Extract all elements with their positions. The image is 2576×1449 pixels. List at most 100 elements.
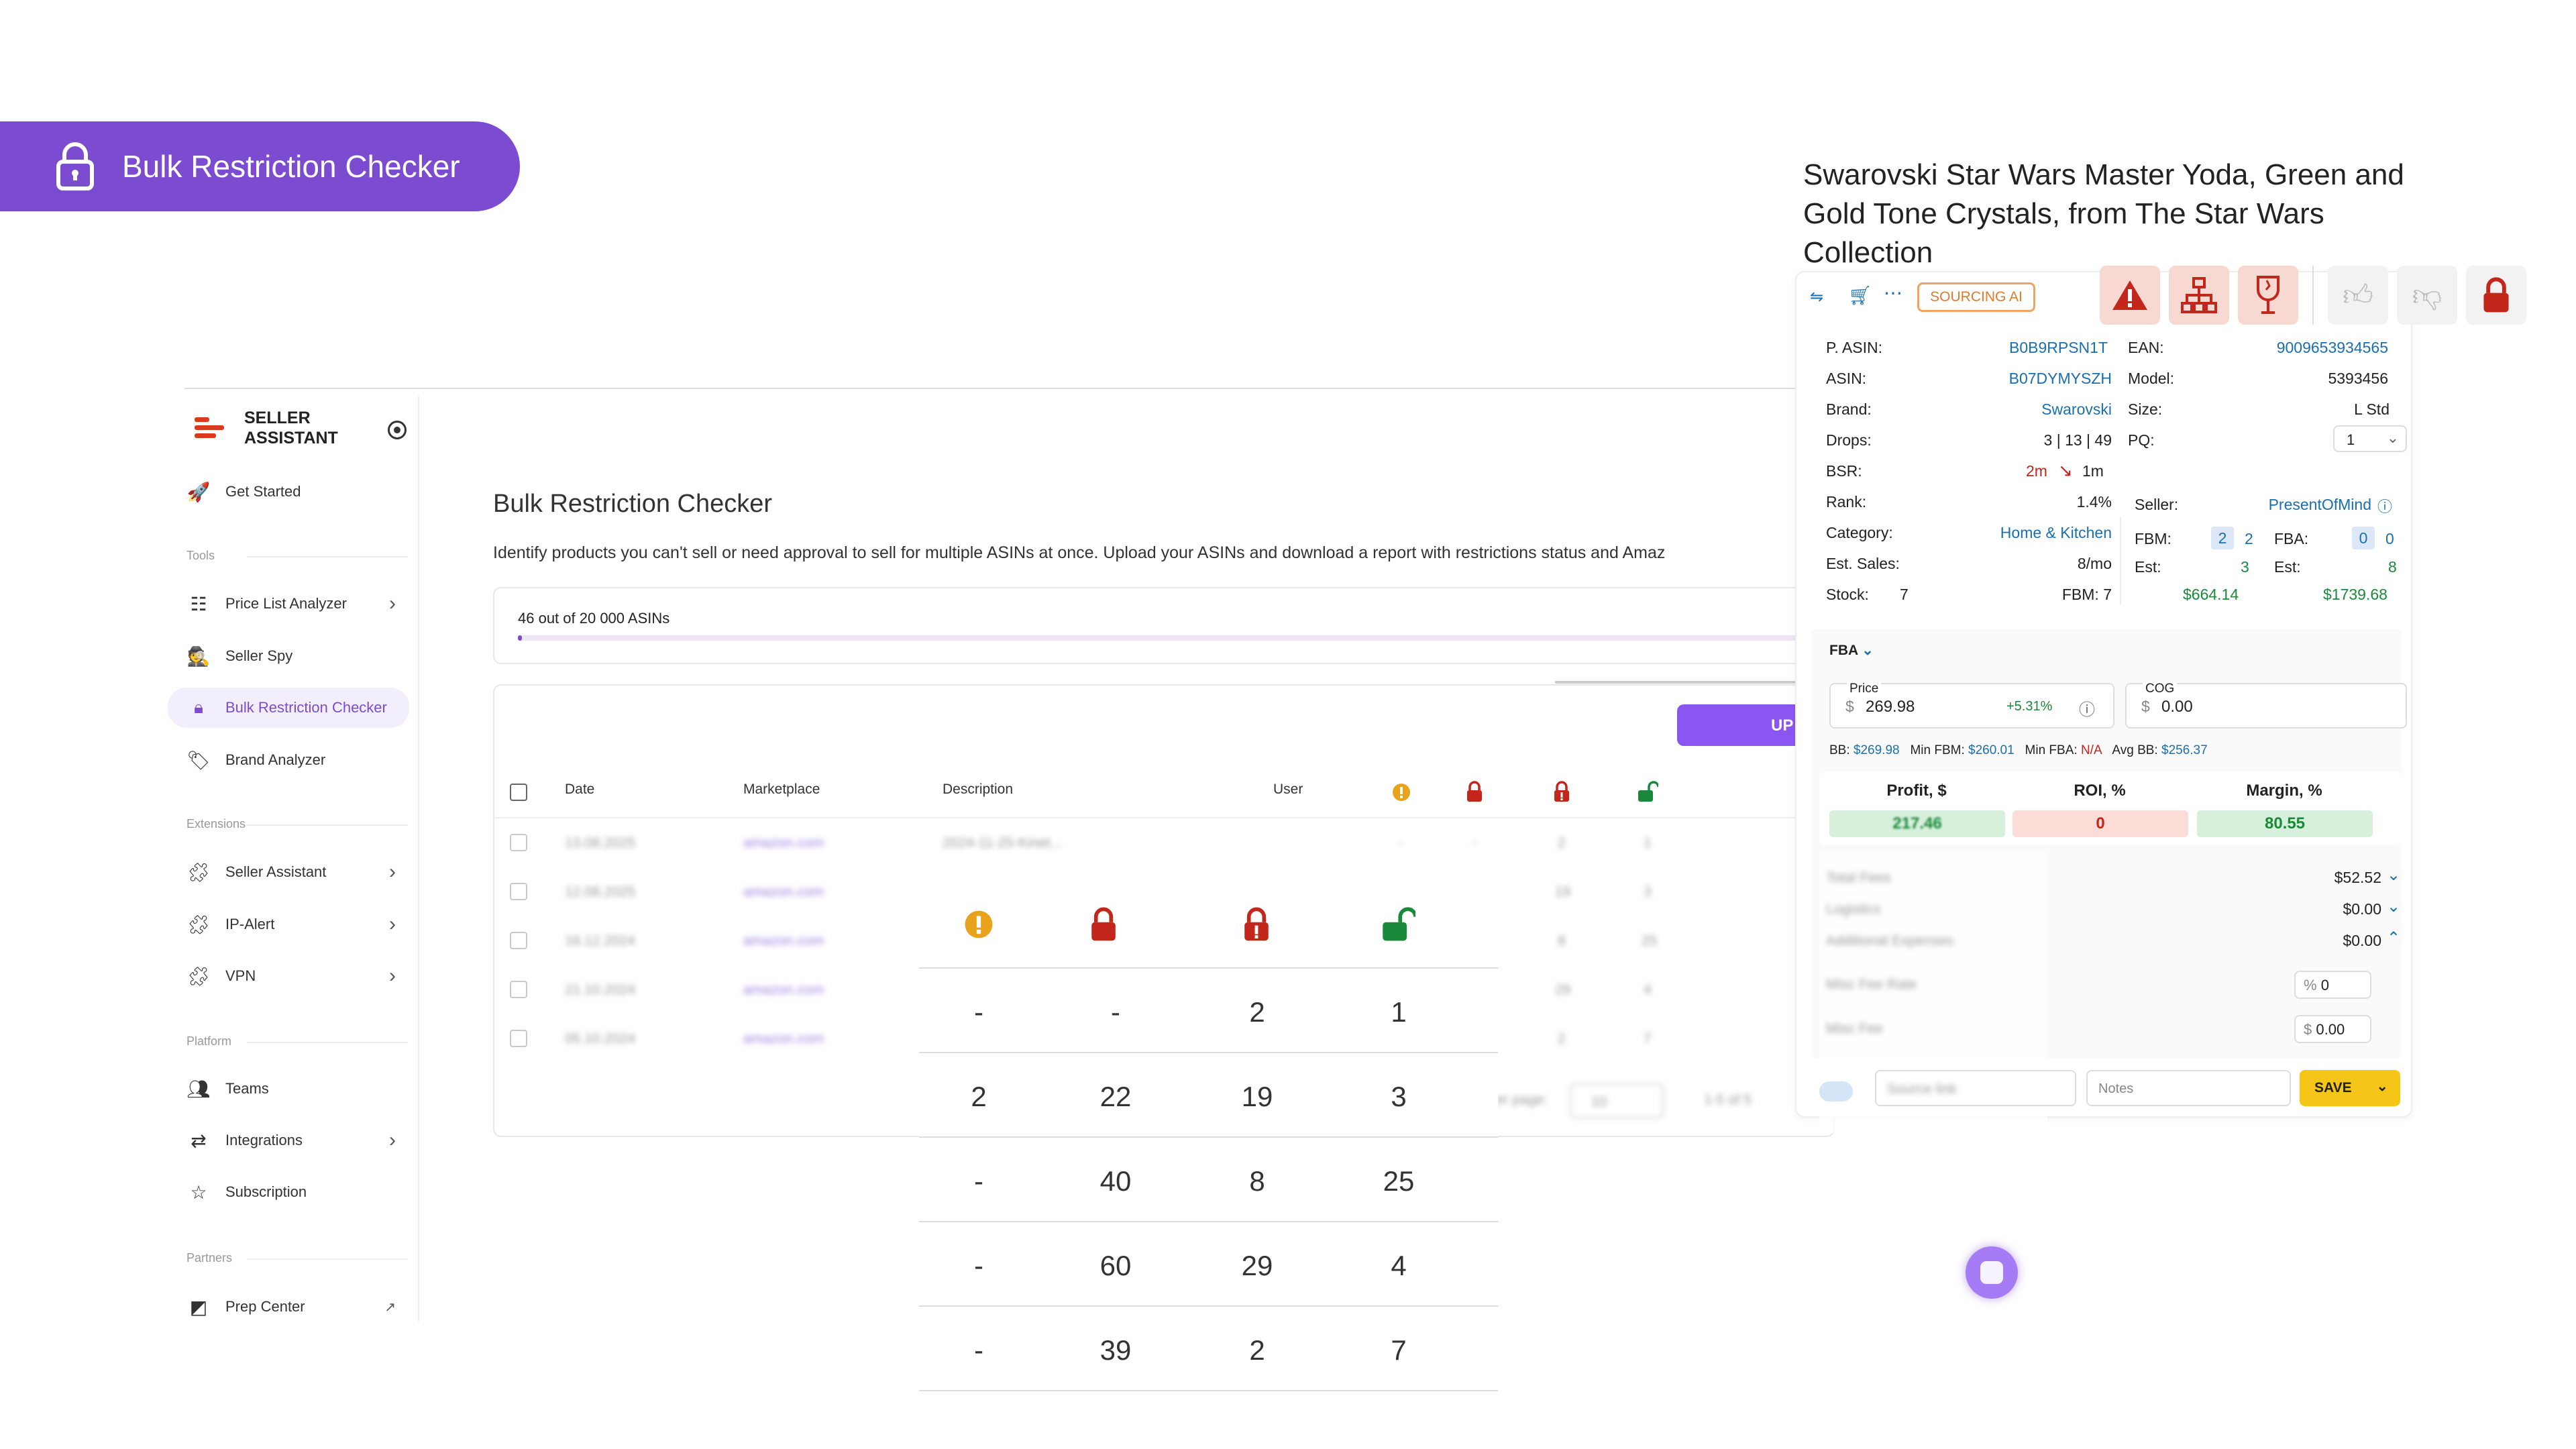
- external-link-icon: ↗: [384, 1299, 396, 1315]
- pq-select[interactable]: 1 ⌄: [2333, 425, 2407, 452]
- row-marketplace[interactable]: amazon.com: [743, 982, 824, 998]
- row-count: 3: [1644, 884, 1652, 900]
- brand-label: Brand:: [1826, 400, 1872, 418]
- sidebar-item-subscription[interactable]: ☆ Subscription: [186, 1172, 408, 1212]
- misc-fee-input[interactable]: $ 0.00: [2294, 1015, 2371, 1043]
- price-summary: BB: $269.98 Min FBM: $260.01 Min FBA: N/…: [1829, 743, 2208, 758]
- row-marketplace[interactable]: amazon.com: [743, 933, 824, 949]
- app-frame-top: [184, 388, 1862, 389]
- info-icon[interactable]: ⓘ: [2377, 495, 2392, 517]
- sourcing-ai-button[interactable]: SOURCING AI: [1917, 282, 2035, 312]
- select-all-checkbox[interactable]: [510, 784, 527, 801]
- chevron-down-icon[interactable]: ⌄: [2387, 865, 2400, 885]
- column-header-user[interactable]: User: [1273, 782, 1303, 798]
- locked-icon: [2483, 277, 2509, 313]
- warning-alert-button[interactable]: [2100, 266, 2160, 325]
- row-count: 8: [1558, 933, 1566, 949]
- toggle-switch[interactable]: [1819, 1081, 1853, 1102]
- zoom-cell: 22: [1099, 1081, 1132, 1112]
- bb-value[interactable]: $269.98: [1854, 743, 1900, 757]
- save-button[interactable]: SAVE ⌄: [2300, 1070, 2400, 1106]
- row-checkbox[interactable]: [510, 883, 527, 900]
- ean-value[interactable]: 9009653934565: [2214, 339, 2388, 357]
- asin-value[interactable]: B07DYMYSZH: [1945, 370, 2112, 388]
- column-header-description[interactable]: Description: [943, 782, 1013, 798]
- thumbs-down-button[interactable]: 👎︎: [2397, 266, 2457, 325]
- prep-center-logo-icon: ◩: [189, 1296, 208, 1318]
- info-icon[interactable]: ⓘ: [2079, 696, 2095, 720]
- section-extensions: Extensions: [186, 817, 408, 831]
- toolbar-divider: [2312, 266, 2314, 325]
- chevron-right-icon: ›: [389, 861, 396, 883]
- sidebar-item-label: Teams: [225, 1080, 269, 1097]
- sidebar-item-ip-alert[interactable]: 🧩︎ IP-Alert ›: [186, 904, 408, 945]
- sidebar-item-label: Subscription: [225, 1183, 307, 1200]
- notes-input[interactable]: Notes: [2086, 1070, 2291, 1106]
- sidebar-item-brand-analyzer[interactable]: 🏷︎ Brand Analyzer: [186, 740, 408, 780]
- chat-button[interactable]: [1966, 1246, 2018, 1299]
- brand-logo[interactable]: SELLER ASSISTANT: [195, 408, 338, 448]
- unlocked-icon: [1383, 907, 1415, 941]
- zoom-cell: 40: [1099, 1165, 1132, 1197]
- compare-icon[interactable]: ⇋: [1810, 287, 1823, 307]
- row-count: -: [1399, 835, 1403, 851]
- sidebar-item-integrations[interactable]: ⇄ Integrations ›: [186, 1120, 408, 1161]
- avg-bb-value: $256.37: [2161, 743, 2208, 757]
- zoom-cell: -: [974, 1165, 983, 1197]
- column-header-date[interactable]: Date: [565, 782, 594, 798]
- row-description: 2024-11-25-Kinet...: [943, 835, 1063, 851]
- progress-bar: [518, 635, 1833, 641]
- thumbs-up-button[interactable]: 👍︎: [2328, 266, 2388, 325]
- source-link-input[interactable]: Source link: [1875, 1070, 2076, 1106]
- fragile-button[interactable]: [2238, 266, 2298, 325]
- rows-per-page-label: er page:: [1496, 1092, 1548, 1108]
- sidebar-item-seller-assistant[interactable]: 🧩︎ Seller Assistant ›: [186, 852, 408, 892]
- sidebar-item-seller-spy[interactable]: 🕵 Seller Spy: [186, 636, 408, 676]
- misc-fee-rate-input[interactable]: % 0: [2294, 971, 2371, 999]
- column-header-marketplace[interactable]: Marketplace: [743, 782, 820, 798]
- cog-label: COG: [2143, 682, 2178, 696]
- sidebar-item-teams[interactable]: 👥︎ Teams: [186, 1069, 408, 1109]
- cog-input[interactable]: COG $ 0.00: [2125, 682, 2407, 729]
- row-checkbox[interactable]: [510, 981, 527, 998]
- more-icon[interactable]: ⋯: [1884, 282, 1902, 304]
- price-value: 269.98: [1866, 698, 1915, 716]
- fulfillment-mode-select[interactable]: FBA ⌄: [1829, 642, 1874, 659]
- min-fbm-value[interactable]: $260.01: [1968, 743, 2015, 757]
- sidebar-item-price-list-analyzer[interactable]: ☷ Price List Analyzer ›: [186, 584, 408, 624]
- chevron-up-icon[interactable]: ⌃: [2387, 928, 2400, 948]
- sidebar-item-prep-center[interactable]: ◩ Prep Center ↗: [186, 1287, 408, 1327]
- sidebar-item-bulk-restriction-checker[interactable]: 🔒︎ Bulk Restriction Checker: [168, 688, 409, 728]
- cog-value: 0.00: [2161, 698, 2193, 716]
- additional-expenses-label: Additional Expenses: [1826, 933, 1954, 949]
- row-checkbox[interactable]: [510, 932, 527, 949]
- row-marketplace[interactable]: amazon.com: [743, 884, 824, 900]
- fbm-offers-total: 2: [2245, 530, 2253, 547]
- feature-banner: Bulk Restriction Checker: [0, 121, 520, 211]
- locked-approval-icon: [1244, 907, 1269, 941]
- row-marketplace[interactable]: amazon.com: [743, 835, 824, 851]
- brand-line-2: ASSISTANT: [244, 429, 338, 447]
- brand-value[interactable]: Swarovski: [1945, 400, 2112, 419]
- cart-icon[interactable]: 🛒︎: [1848, 284, 1872, 307]
- misc-fee-rate-value: 0: [2320, 977, 2329, 994]
- chevron-down-icon[interactable]: ⌄: [2387, 897, 2400, 916]
- row-checkbox[interactable]: [510, 1030, 527, 1047]
- restriction-lock-button[interactable]: [2466, 266, 2526, 325]
- fragile-glass-icon: [2257, 276, 2279, 314]
- row-checkbox[interactable]: [510, 834, 527, 851]
- chevron-right-icon: ›: [389, 1129, 396, 1151]
- est-fbm-revenue: $664.14: [2183, 586, 2239, 603]
- seller-value[interactable]: PresentOfMind: [2214, 496, 2371, 514]
- p-asin-value[interactable]: B0B9RPSN1T: [1945, 339, 2108, 357]
- row-marketplace[interactable]: amazon.com: [743, 1031, 824, 1047]
- status-radio-icon[interactable]: [388, 421, 407, 439]
- category-value[interactable]: Home & Kitchen: [1945, 524, 2112, 542]
- variations-button[interactable]: [2169, 266, 2229, 325]
- price-input[interactable]: Price $ 269.98 +5.31% ⓘ: [1829, 682, 2114, 729]
- fulfillment-mode: FBA: [1829, 643, 1858, 658]
- avg-bb-label: Avg BB:: [2112, 743, 2158, 757]
- sidebar-item-vpn[interactable]: 🧩︎ VPN ›: [186, 956, 408, 996]
- rows-per-page-select[interactable]: 10: [1570, 1083, 1664, 1118]
- sidebar-item-get-started[interactable]: 🚀 Get Started: [186, 472, 408, 512]
